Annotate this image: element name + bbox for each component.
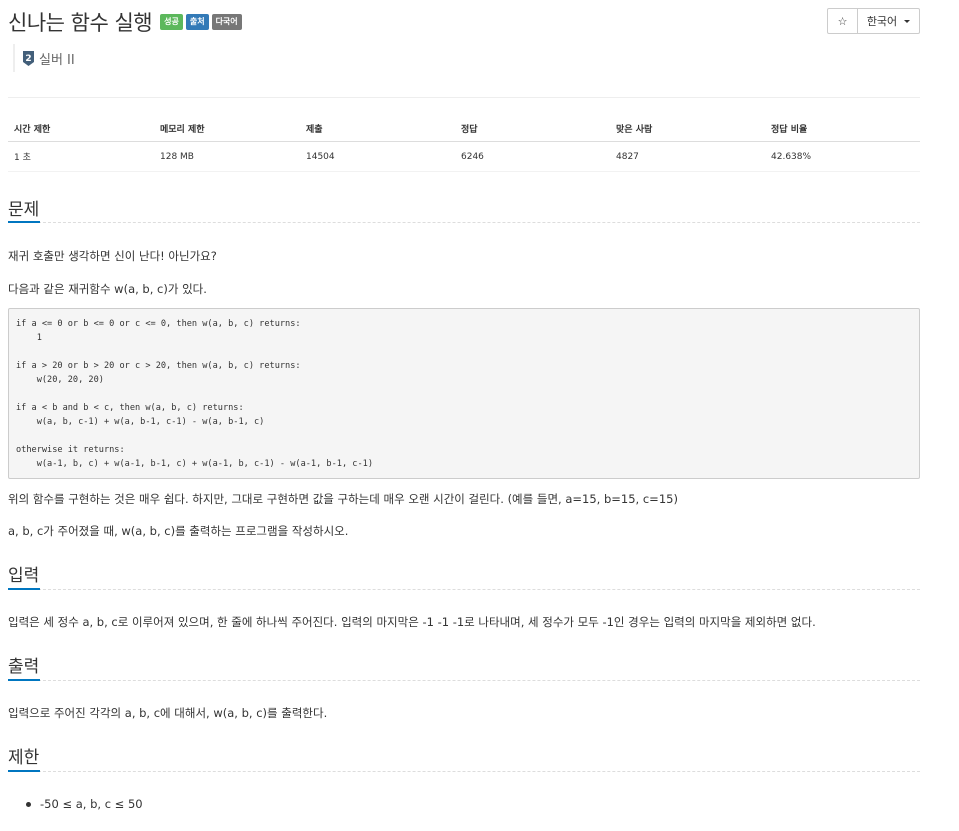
limit-text: -50 ≤ a, b, c ≤ 50 <box>40 797 143 811</box>
language-label: 한국어 <box>866 15 898 28</box>
value-memory-limit: 128 MB <box>160 151 194 162</box>
section-divider <box>8 771 920 772</box>
header-submissions: 제출 <box>306 125 323 135</box>
section-divider <box>8 222 920 223</box>
header-time-limit: 시간 제한 <box>14 125 51 135</box>
value-accepted[interactable]: 6246 <box>455 152 610 162</box>
bullet-dot-icon <box>26 801 31 807</box>
tier-label[interactable]: 실버 II <box>39 49 75 68</box>
title-row: 신나는 함수 실행 성공 출처 다국어 <box>8 6 242 38</box>
star-icon: ☆ <box>837 14 848 28</box>
stats-table: 시간 제한 메모리 제한 제출 정답 맞은 사람 정답 비율 1 초 128 M… <box>8 116 920 172</box>
header-memory-limit: 메모리 제한 <box>160 125 205 135</box>
section-underline <box>8 221 40 223</box>
tier-info: 2 실버 II <box>13 44 75 72</box>
section-divider <box>8 589 920 590</box>
value-accept-ratio: 42.638% <box>771 151 812 162</box>
multilang-badge[interactable]: 다국어 <box>211 14 242 30</box>
header-accept-ratio: 정답 비율 <box>771 125 808 135</box>
limits-section-title: 제한 <box>8 748 40 768</box>
problem-section-title: 문제 <box>8 200 40 220</box>
header-accepted: 정답 <box>461 125 478 135</box>
value-time-limit: 1 초 <box>14 153 31 163</box>
language-dropdown[interactable]: 한국어 <box>858 8 920 34</box>
code-block: if a <= 0 or b <= 0 or c <= 0, then w(a,… <box>8 308 920 479</box>
stats-value-row: 1 초 128 MB 14504 6246 4827 42.638% <box>8 142 920 172</box>
success-badge[interactable]: 성공 <box>160 14 183 30</box>
section-divider <box>8 680 920 681</box>
input-description: 입력은 세 정수 a, b, c로 이루어져 있으며, 한 줄에 하나씩 주어진… <box>8 615 816 629</box>
limit-item: -50 ≤ a, b, c ≤ 50 <box>26 797 143 811</box>
section-underline <box>8 770 40 772</box>
section-underline <box>8 588 40 590</box>
silver-tier-icon[interactable]: 2 <box>22 50 35 66</box>
page-title: 신나는 함수 실행 <box>8 11 153 35</box>
header-buttons: ☆ 한국어 <box>827 8 920 34</box>
stats-header-row: 시간 제한 메모리 제한 제출 정답 맞은 사람 정답 비율 <box>8 116 920 142</box>
value-solved-users[interactable]: 4827 <box>610 152 765 162</box>
output-description: 입력으로 주어진 각각의 a, b, c에 대해서, w(a, b, c)를 출… <box>8 706 328 720</box>
header-solved-users: 맞은 사람 <box>616 125 653 135</box>
problem-after-1: 위의 함수를 구현하는 것은 매우 쉽다. 하지만, 그대로 구현하면 값을 구… <box>8 492 678 506</box>
divider <box>8 97 920 98</box>
problem-intro-1: 재귀 호출만 생각하면 신이 난다! 아닌가요? <box>8 249 217 263</box>
value-submissions[interactable]: 14504 <box>300 152 455 162</box>
problem-after-2: a, b, c가 주어졌을 때, w(a, b, c)를 출력하는 프로그램을 … <box>8 524 349 538</box>
problem-intro-2: 다음과 같은 재귀함수 w(a, b, c)가 있다. <box>8 282 207 296</box>
tier-number: 2 <box>25 54 31 64</box>
favorite-button[interactable]: ☆ <box>827 8 858 34</box>
output-section-title: 출력 <box>8 657 40 677</box>
section-underline <box>8 679 40 681</box>
source-badge[interactable]: 출처 <box>185 14 209 30</box>
caret-down-icon <box>904 19 911 23</box>
input-section-title: 입력 <box>8 566 40 586</box>
